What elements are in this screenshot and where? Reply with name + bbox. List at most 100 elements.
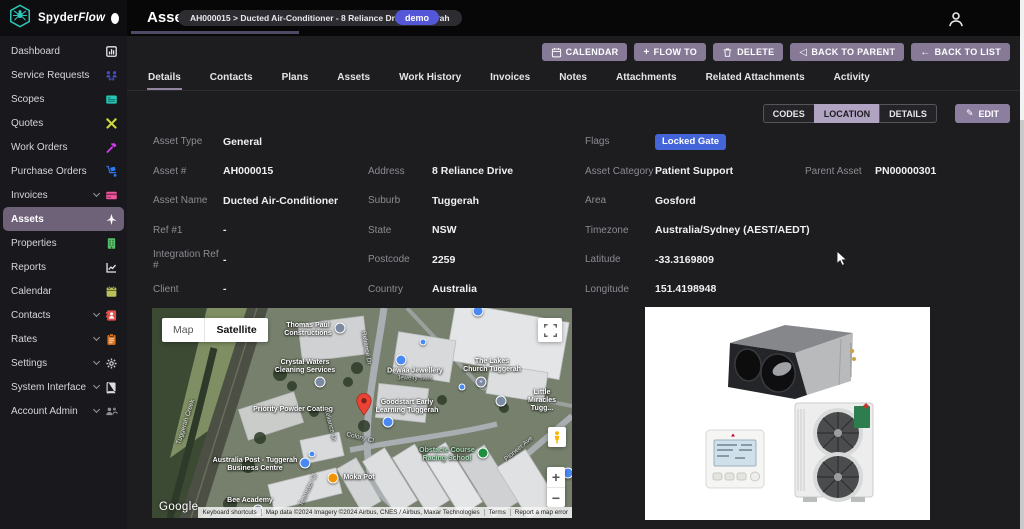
sidebar-item-reports[interactable]: Reports bbox=[0, 255, 127, 279]
sidebar-item-service-requests[interactable]: Service Requests bbox=[0, 63, 127, 87]
sidebar-item-purchase-orders[interactable]: Purchase Orders bbox=[0, 159, 127, 183]
sidebar-item-assets[interactable]: Assets bbox=[3, 207, 124, 231]
map-poi-marker[interactable] bbox=[328, 473, 339, 484]
plus-icon: + bbox=[643, 47, 649, 58]
sidebar-item-rates[interactable]: Rates bbox=[0, 327, 127, 351]
back-to-list-button[interactable]: ←BACK TO LIST bbox=[911, 43, 1010, 61]
sidebar-item-contacts[interactable]: Contacts bbox=[0, 303, 127, 327]
map-poi-marker[interactable] bbox=[396, 355, 407, 366]
fullscreen-icon[interactable] bbox=[538, 318, 562, 342]
sidebar-item-system-interface[interactable]: System Interface bbox=[0, 375, 127, 399]
sidebar-item-properties[interactable]: Properties bbox=[0, 231, 127, 255]
tab-notes[interactable]: Notes bbox=[558, 70, 588, 90]
view-segments: CODESLOCATIONDETAILS bbox=[763, 104, 937, 123]
service-icon bbox=[105, 69, 118, 82]
sidebar-item-calendar[interactable]: Calendar bbox=[0, 279, 127, 303]
map-place-label[interactable]: Crystal Waters Cleaning Services bbox=[275, 359, 335, 375]
user-account-icon[interactable] bbox=[945, 8, 967, 30]
map-poi-marker[interactable] bbox=[459, 384, 466, 391]
map-place-label[interactable]: Australia Post - Tuggerah Business Centr… bbox=[213, 457, 298, 473]
tools-icon bbox=[105, 117, 118, 130]
sidebar-item-label: Quotes bbox=[11, 118, 105, 129]
map-poi-marker[interactable] bbox=[420, 339, 427, 346]
segment-location[interactable]: LOCATION bbox=[814, 104, 879, 123]
tab-activity[interactable]: Activity bbox=[833, 70, 871, 90]
zoom-in-button[interactable]: + bbox=[547, 467, 565, 487]
main-area: Asset AH000015 > Ducted Air-Conditioner … bbox=[127, 0, 1024, 529]
scrollbar[interactable] bbox=[1020, 0, 1024, 529]
sidebar-item-quotes[interactable]: Quotes bbox=[0, 111, 127, 135]
sidebar-item-label: Contacts bbox=[11, 310, 94, 321]
map-place-label[interactable]: Obstacle Course Racing School bbox=[419, 447, 475, 463]
map-place-label[interactable]: Dewaa JewelleryJewelry store bbox=[387, 368, 443, 383]
map-poi-marker[interactable] bbox=[315, 377, 326, 388]
map-place-label[interactable]: Bee Academy bbox=[227, 497, 273, 505]
tab-attachments[interactable]: Attachments bbox=[615, 70, 678, 90]
flow-to-button[interactable]: +FLOW TO bbox=[634, 43, 706, 61]
segment-details[interactable]: DETAILS bbox=[879, 104, 937, 123]
sidebar-item-label: Assets bbox=[11, 214, 105, 225]
report-map-error-link[interactable]: Report a map error bbox=[510, 509, 572, 516]
flag-badge: Locked Gate bbox=[655, 134, 726, 150]
tab-assets[interactable]: Assets bbox=[336, 70, 371, 90]
map-place-label[interactable]: Goodstart Early Learning Tuggerah bbox=[376, 399, 439, 415]
map-poi-marker[interactable] bbox=[309, 451, 316, 458]
segment-codes[interactable]: CODES bbox=[763, 104, 814, 123]
map-place-label[interactable]: Moka Pot bbox=[343, 474, 374, 482]
map-pin[interactable] bbox=[355, 393, 373, 421]
edit-button[interactable]: ✎EDIT bbox=[955, 104, 1010, 123]
field-value: Patient Support bbox=[655, 165, 733, 177]
field-value: - bbox=[223, 283, 227, 295]
zoom-out-button[interactable]: − bbox=[547, 487, 565, 507]
brand-logo: SpyderFlow bbox=[0, 0, 127, 36]
field-spacer bbox=[368, 127, 513, 157]
map-poi-marker[interactable] bbox=[335, 323, 346, 334]
map-type-satellite-button[interactable]: Satellite bbox=[204, 318, 267, 342]
google-logo[interactable]: Google bbox=[159, 501, 198, 513]
sidebar-item-dashboard[interactable]: Dashboard bbox=[0, 39, 127, 63]
contact-icon bbox=[105, 309, 118, 322]
sidebar-toggle[interactable] bbox=[111, 13, 119, 24]
sidebar-item-scopes[interactable]: Scopes bbox=[0, 87, 127, 111]
map-poi-marker[interactable] bbox=[478, 448, 489, 459]
keyboard-shortcuts-link[interactable]: Keyboard shortcuts bbox=[198, 509, 260, 516]
tab-contacts[interactable]: Contacts bbox=[209, 70, 254, 90]
map-place-label[interactable]: Thomas Paul Constructions bbox=[284, 322, 331, 338]
scrollbar-thumb[interactable] bbox=[1020, 0, 1024, 120]
tab-invoices[interactable]: Invoices bbox=[489, 70, 531, 90]
map-poi-marker[interactable]: + bbox=[476, 377, 487, 388]
sidebar-item-account-admin[interactable]: Account Admin bbox=[0, 399, 127, 423]
field-value: - bbox=[223, 224, 227, 236]
back-to-parent-button[interactable]: ◁BACK TO PARENT bbox=[790, 43, 904, 61]
map-poi-marker[interactable] bbox=[300, 458, 311, 469]
field-label: Asset Category bbox=[585, 166, 655, 177]
field-label: Ref #1 bbox=[153, 225, 223, 236]
map-place-label[interactable]: Priority Powder Coating bbox=[253, 406, 333, 414]
sidebar-item-label: Settings bbox=[11, 358, 94, 369]
trash-icon bbox=[722, 47, 733, 58]
chevron-down-icon bbox=[93, 310, 100, 317]
pegman-icon[interactable] bbox=[548, 427, 566, 447]
tab-work-history[interactable]: Work History bbox=[398, 70, 462, 90]
field-integration-ref: Integration Ref #- bbox=[153, 245, 338, 275]
sidebar-item-invoices[interactable]: Invoices bbox=[0, 183, 127, 207]
tab-details[interactable]: Details bbox=[147, 70, 182, 90]
map-widget[interactable]: Map Satellite + − Google Keyboard shortc… bbox=[152, 308, 572, 518]
map-place-label[interactable]: Little Miracles Tugg... bbox=[527, 389, 557, 413]
field-address: Address8 Reliance Drive bbox=[368, 157, 513, 187]
book-icon bbox=[105, 381, 118, 394]
field-asset-category: Asset CategoryPatient Support bbox=[585, 157, 810, 187]
map-type-map-button[interactable]: Map bbox=[162, 318, 204, 342]
calendar-button[interactable]: CALENDAR bbox=[542, 43, 628, 61]
map-poi-marker[interactable] bbox=[496, 396, 507, 407]
tab-related-attachments[interactable]: Related Attachments bbox=[705, 70, 806, 90]
sidebar-item-work-orders[interactable]: Work Orders bbox=[0, 135, 127, 159]
tab-plans[interactable]: Plans bbox=[281, 70, 310, 90]
delete-button[interactable]: DELETE bbox=[713, 43, 783, 61]
map-poi-marker[interactable] bbox=[383, 417, 394, 428]
terms-link[interactable]: Terms bbox=[484, 509, 510, 516]
field-value: NSW bbox=[432, 224, 457, 236]
map-place-label[interactable]: The Lakes Church Tuggerah bbox=[463, 358, 521, 374]
field-asset-name: Asset NameDucted Air-Conditioner bbox=[153, 186, 338, 216]
sidebar-item-settings[interactable]: Settings bbox=[0, 351, 127, 375]
